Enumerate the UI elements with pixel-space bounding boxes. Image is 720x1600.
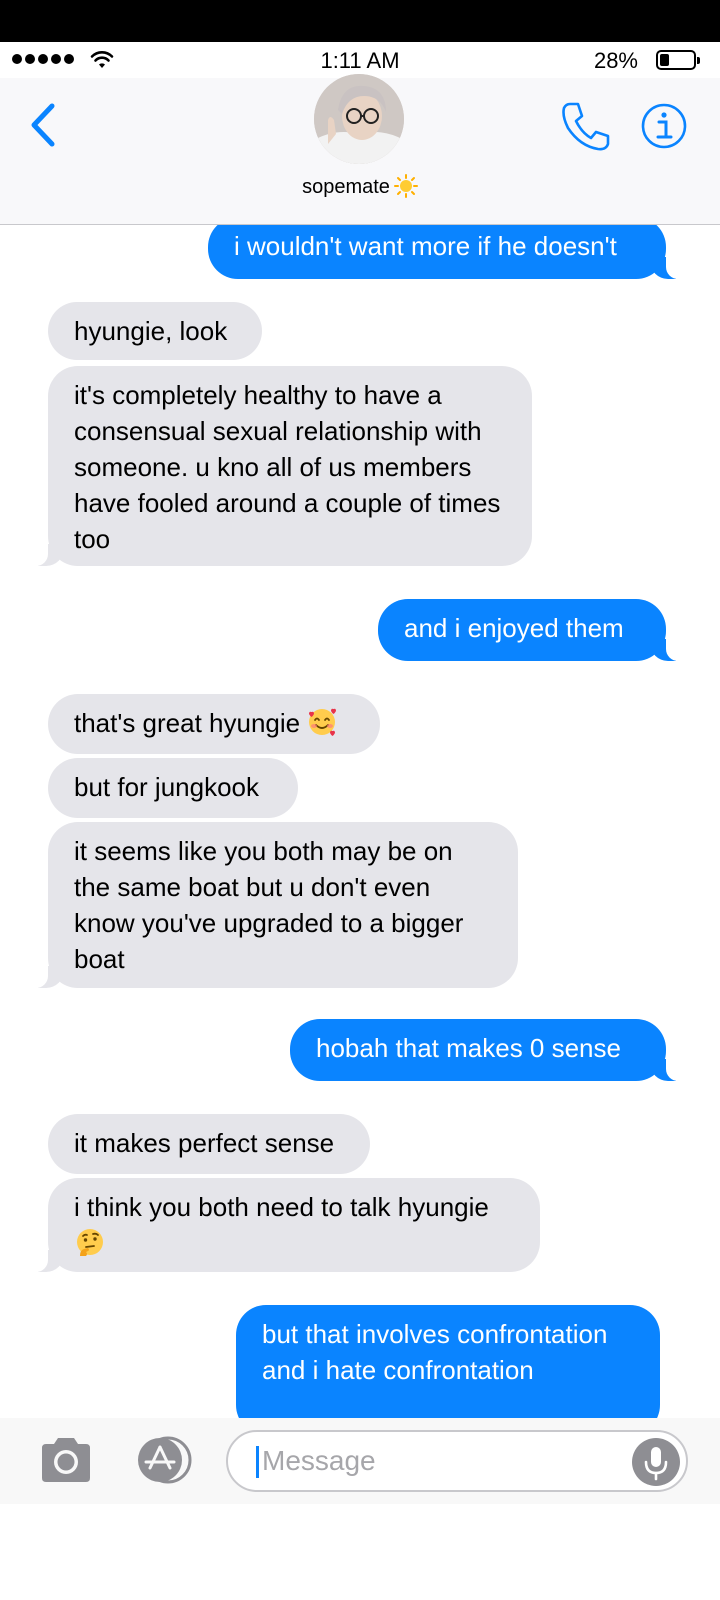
back-button[interactable] — [24, 100, 64, 150]
status-bar: 1:11 AM 28% — [0, 42, 720, 78]
message-list[interactable]: i wouldn't want more if he doesn't hyung… — [0, 225, 720, 1418]
message-input[interactable] — [262, 1440, 602, 1482]
message-text: but that involves confrontation and i ha… — [262, 1319, 608, 1385]
message-bubble-received[interactable]: hyungie, look — [48, 302, 262, 360]
message-text: hobah that makes 0 sense — [316, 1033, 621, 1063]
message-bubble-sent[interactable]: but that involves confrontation and i ha… — [236, 1305, 660, 1418]
message-bubble-sent[interactable]: and i enjoyed them — [378, 599, 690, 661]
microphone-icon — [644, 1447, 668, 1481]
contact-name-row[interactable]: sopemate — [0, 174, 720, 199]
message-text: it seems like you both may be on the sam… — [74, 836, 464, 974]
message-text: i wouldn't want more if he doesn't — [234, 231, 617, 261]
message-bubble-received[interactable]: it's completely healthy to have a consen… — [24, 366, 532, 566]
battery-percent: 28% — [593, 48, 638, 73]
app-store-button[interactable] — [130, 1436, 194, 1484]
message-text: that's great hyungie — [74, 708, 301, 738]
battery-level — [660, 54, 669, 66]
message-text: and i enjoyed them — [404, 613, 624, 643]
camera-button[interactable] — [38, 1436, 94, 1484]
sun-emoji-icon — [393, 174, 418, 198]
contact-name: sopemate — [302, 176, 390, 198]
message-text: it makes perfect sense — [74, 1128, 335, 1158]
avatar-image — [314, 74, 404, 164]
message-text: i think you both need to talk hyungie — [74, 1192, 489, 1222]
message-bubble-received[interactable]: it makes perfect sense — [48, 1114, 370, 1174]
conversation-header: sopemate — [0, 74, 720, 225]
message-bubble-received[interactable]: it seems like you both may be on the sam… — [24, 822, 518, 988]
smiling-face-with-hearts-emoji-icon — [309, 708, 337, 736]
text-caret — [256, 1446, 259, 1478]
compose-bar — [0, 1418, 720, 1504]
thinking-face-emoji-icon — [77, 1229, 103, 1256]
message-input-field[interactable] — [226, 1430, 688, 1492]
message-text: it's completely healthy to have a consen… — [74, 380, 501, 554]
message-text: but for jungkook — [74, 772, 260, 802]
contact-avatar[interactable] — [314, 74, 404, 164]
message-bubble-received[interactable]: i think you both need to talk hyungie — [24, 1178, 540, 1272]
microphone-button[interactable] — [632, 1438, 680, 1486]
info-button[interactable] — [640, 102, 688, 150]
phone-call-button[interactable] — [560, 100, 610, 152]
top-black-bar — [0, 0, 720, 42]
message-bubble-sent[interactable]: i wouldn't want more if he doesn't — [208, 225, 690, 279]
message-bubble-received[interactable]: that's great hyungie — [48, 694, 380, 754]
message-bubble-sent[interactable]: hobah that makes 0 sense — [290, 1019, 690, 1081]
battery-icon — [656, 50, 700, 70]
message-text: hyungie, look — [74, 316, 228, 346]
message-bubble-received[interactable]: but for jungkook — [48, 758, 298, 818]
